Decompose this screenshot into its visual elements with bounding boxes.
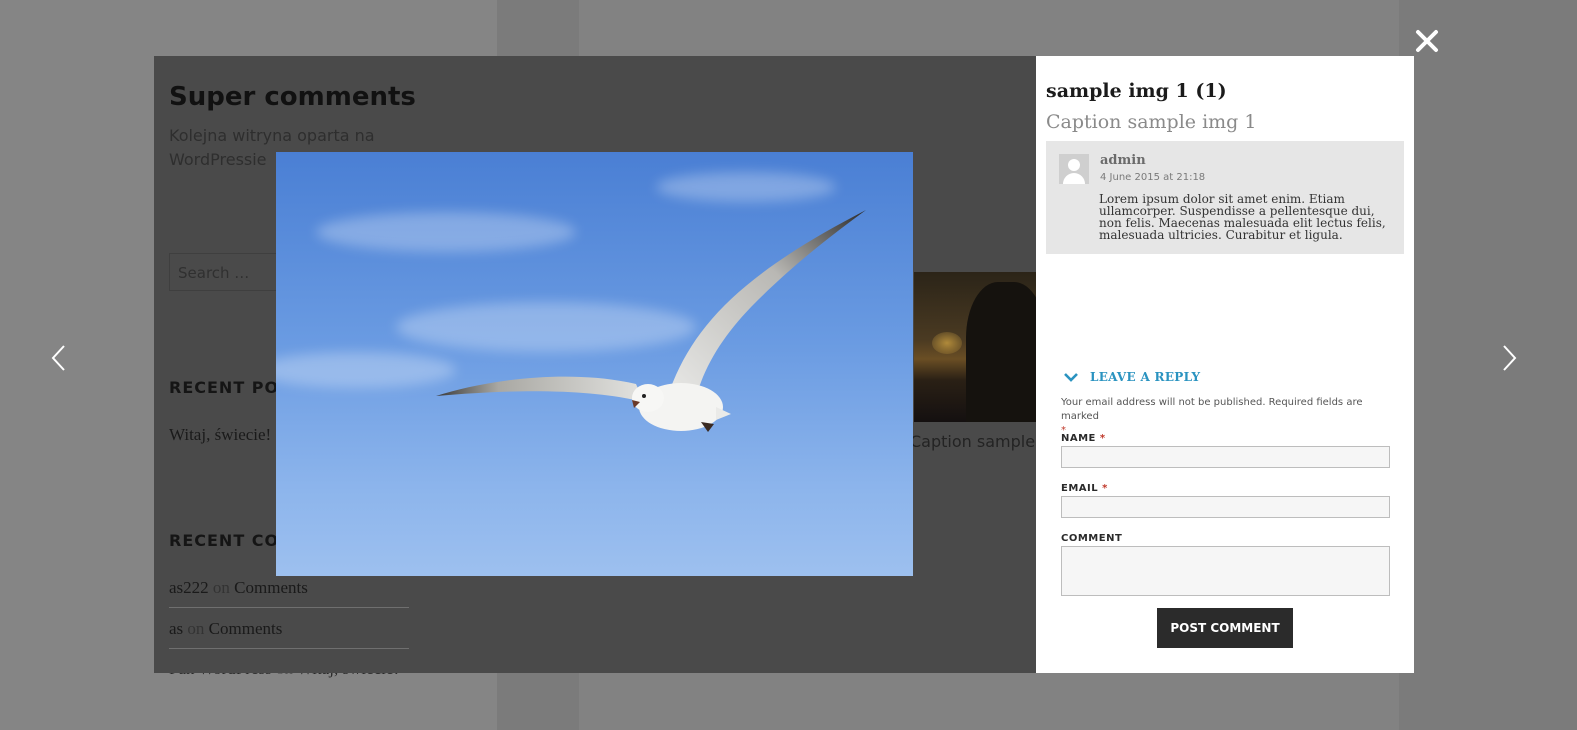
- post-thumbnail[interactable]: [914, 272, 1036, 422]
- chevron-right-icon[interactable]: [1498, 343, 1520, 373]
- leave-reply-toggle[interactable]: LEAVE A REPLY: [1062, 370, 1200, 384]
- close-icon[interactable]: [1412, 26, 1442, 56]
- name-field[interactable]: [1061, 446, 1390, 468]
- email-label: EMAIL *: [1061, 483, 1108, 494]
- lightbox-modal: Super comments Kolejna witryna oparta na…: [154, 56, 1414, 673]
- default-avatar-icon: [1059, 154, 1089, 184]
- form-notes: Your email address will not be published…: [1061, 396, 1396, 438]
- divider: [169, 607, 409, 608]
- image-caption: Caption sample img 1: [1046, 111, 1257, 133]
- recent-comment-on: on: [212, 578, 230, 597]
- lightbox-image-area: Super comments Kolejna witryna oparta na…: [154, 56, 1036, 673]
- required-marker: *: [1102, 483, 1108, 494]
- required-marker: *: [1099, 433, 1106, 444]
- email-field[interactable]: [1061, 496, 1390, 518]
- recent-comment-post[interactable]: Comments: [209, 619, 283, 638]
- chevron-down-icon: [1064, 373, 1078, 382]
- comment-item: admin 4 June 2015 at 21:18 Lorem ipsum d…: [1046, 141, 1404, 254]
- comment-date[interactable]: 4 June 2015 at 21:18: [1100, 172, 1205, 183]
- leave-reply-label: LEAVE A REPLY: [1090, 370, 1201, 384]
- recent-comment-on: on: [187, 619, 205, 638]
- image-title: sample img 1 (1): [1046, 80, 1227, 102]
- name-label-text: NAME: [1061, 433, 1096, 444]
- recent-comment-item-1: as222 on Comments: [169, 578, 308, 598]
- thumbnail-caption: Caption sample img 1: [910, 432, 1036, 451]
- recent-comment-item-2: as on Comments: [169, 619, 282, 639]
- site-title[interactable]: Super comments: [169, 82, 416, 112]
- thumbnail-sun: [932, 332, 962, 354]
- name-label: NAME *: [1061, 433, 1106, 444]
- chevron-left-icon[interactable]: [48, 343, 70, 373]
- seagull-illustration: [436, 210, 866, 432]
- comment-author[interactable]: admin: [1100, 153, 1146, 168]
- lightbox-image[interactable]: [276, 152, 913, 576]
- comment-panel: sample img 1 (1) Caption sample img 1 ad…: [1036, 56, 1414, 673]
- comment-label: COMMENT: [1061, 533, 1123, 544]
- comment-field[interactable]: [1061, 546, 1390, 596]
- divider: [169, 648, 409, 649]
- thumbnail-tree: [966, 282, 1036, 422]
- recent-comment-author[interactable]: as222: [169, 578, 209, 597]
- recent-post-item[interactable]: Witaj, świecie!: [169, 425, 271, 445]
- comment-text: Lorem ipsum dolor sit amet enim. Etiam u…: [1099, 192, 1386, 242]
- recent-comment-post[interactable]: Comments: [234, 578, 308, 597]
- form-notes-text: Your email address will not be published…: [1061, 397, 1363, 422]
- recent-comment-author[interactable]: as: [169, 619, 183, 638]
- post-comment-button[interactable]: POST COMMENT: [1157, 608, 1293, 648]
- email-label-text: EMAIL: [1061, 483, 1099, 494]
